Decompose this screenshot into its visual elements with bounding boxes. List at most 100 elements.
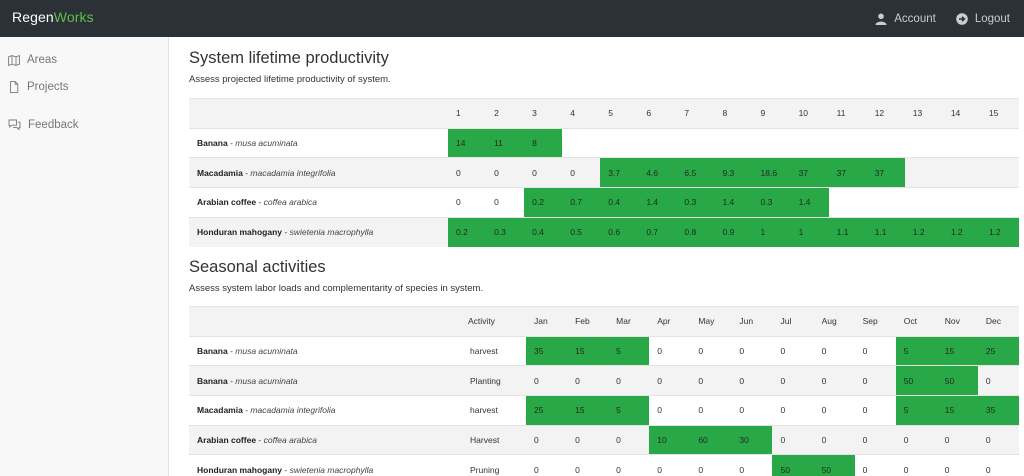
yield-cell: [790, 127, 829, 158]
yield-cell: [752, 127, 791, 158]
sidebar-item-projects[interactable]: Projects: [8, 81, 69, 93]
month-header: Sep: [854, 306, 896, 337]
sidebar-item-areas[interactable]: Areas: [8, 54, 57, 66]
year-header: 6: [638, 98, 677, 129]
yield-cell: [942, 157, 981, 188]
species-common-name: Macadamia: [197, 167, 243, 178]
name-separator: -: [282, 227, 290, 238]
year-header: 2: [486, 98, 525, 129]
labor-cell: 5: [895, 335, 937, 366]
yield-cell: 6.5: [676, 157, 715, 188]
yield-cell: 0.7: [638, 216, 677, 247]
species-common-name: Banana: [197, 346, 228, 357]
labor-cell: 5: [895, 395, 937, 426]
species-common-name: Banana: [197, 138, 228, 149]
account-label: Account: [894, 12, 936, 25]
yield-cell: 0.3: [676, 187, 715, 218]
labor-cell: 0: [690, 454, 732, 476]
account-link[interactable]: Account: [875, 13, 936, 25]
name-separator: -: [282, 465, 290, 476]
labor-cell: 0: [526, 454, 568, 476]
species-scientific-name: macadamia integrifolia: [250, 405, 336, 416]
labor-cell: 0: [608, 454, 650, 476]
labor-cell: 0: [813, 395, 855, 426]
labor-cell: 0: [731, 395, 773, 426]
brand-logo[interactable]: RegenWorks: [12, 9, 94, 25]
labor-cell: 0: [977, 424, 1019, 455]
yield-cell: [904, 187, 943, 218]
comments-icon: [8, 119, 21, 131]
yield-cell: 0.2: [448, 216, 487, 247]
yield-cell: [676, 127, 715, 158]
species-scientific-name: swietenia macrophylla: [289, 227, 374, 238]
labor-cell: 0: [936, 424, 978, 455]
yield-cell: 0: [524, 157, 563, 188]
labor-cell: 60: [690, 424, 732, 455]
productivity-row: Macadamia - macadamia integrifolia 0 0 0 0 3.…: [189, 157, 1019, 188]
yield-cell: 1.2: [904, 216, 943, 247]
logout-label: Logout: [974, 12, 1010, 25]
activity-cell: Harvest: [460, 424, 527, 455]
species-scientific-name: musa acuminata: [235, 138, 298, 149]
productivity-row: Honduran mahogany - swietenia macrophyll…: [189, 216, 1019, 247]
year-header: 7: [676, 98, 715, 129]
labor-cell: 25: [526, 395, 568, 426]
month-header: Feb: [567, 306, 609, 337]
month-header: Apr: [649, 306, 691, 337]
yield-cell: 1.1: [828, 216, 867, 247]
labor-cell: 15: [567, 395, 609, 426]
sidebar-item-feedback[interactable]: Feedback: [8, 119, 79, 131]
year-header: 12: [866, 98, 905, 129]
labor-cell: 0: [813, 424, 855, 455]
labor-cell: 0: [813, 335, 855, 366]
month-header: Mar: [608, 306, 650, 337]
month-header: Aug: [813, 306, 855, 337]
yield-cell: 0.4: [600, 187, 639, 218]
sidebar-item-label: Projects: [27, 81, 69, 93]
yield-cell: 0: [486, 187, 525, 218]
yield-cell: 1: [752, 216, 791, 247]
labor-cell: 0: [854, 365, 896, 396]
yield-cell: 0.3: [486, 216, 525, 247]
brand-name-part1: Regen: [12, 9, 54, 25]
yield-cell: 0.9: [714, 216, 753, 247]
activity-cell: Pruning: [460, 454, 527, 476]
seasonal-row: Banana - musa acuminata Planting 0 0 0 0 0 0 0 0 0…: [189, 365, 1019, 396]
year-header: 8: [714, 98, 753, 129]
sidebar: Areas Projects Feedback: [0, 37, 169, 476]
year-header: 1: [448, 98, 487, 129]
year-header: 3: [524, 98, 563, 129]
species-scientific-name: macadamia integrifolia: [250, 167, 336, 178]
species-scientific-name: swietenia macrophylla: [289, 465, 374, 476]
labor-cell: 0: [772, 365, 814, 396]
labor-cell: 0: [526, 424, 568, 455]
name-header: [189, 306, 461, 337]
yield-cell: 0: [486, 157, 525, 188]
yield-cell: 18.6: [752, 157, 791, 188]
yield-cell: [828, 127, 867, 158]
logout-link[interactable]: Logout: [956, 13, 1010, 25]
labor-cell: 0: [649, 335, 691, 366]
labor-cell: 0: [690, 395, 732, 426]
yield-cell: 0: [562, 157, 601, 188]
labor-cell: 0: [608, 424, 650, 455]
labor-cell: 0: [854, 395, 896, 426]
labor-cell: 5: [608, 335, 650, 366]
activity-cell: harvest: [460, 395, 527, 426]
labor-cell: 25: [977, 335, 1019, 366]
yield-cell: [904, 157, 943, 188]
labor-cell: 0: [977, 454, 1019, 476]
yield-cell: 4.6: [638, 157, 677, 188]
seasonal-row: Arabian coffee - coffea arabica Harvest 0 0…: [189, 424, 1019, 455]
labor-cell: 5: [608, 395, 650, 426]
species-common-name: Arabian coffee: [197, 197, 257, 208]
seasonal-header-row: Activity Jan Feb Mar Apr May Jun Jul Aug Sep Oct N…: [189, 306, 1019, 337]
year-header: 10: [790, 98, 829, 129]
month-header: Jul: [772, 306, 814, 337]
yield-cell: [600, 127, 639, 158]
year-header: 4: [562, 98, 601, 129]
map-icon: [8, 54, 20, 66]
activity-cell: harvest: [460, 335, 527, 366]
yield-cell: 9.3: [714, 157, 753, 188]
yield-cell: [942, 127, 981, 158]
